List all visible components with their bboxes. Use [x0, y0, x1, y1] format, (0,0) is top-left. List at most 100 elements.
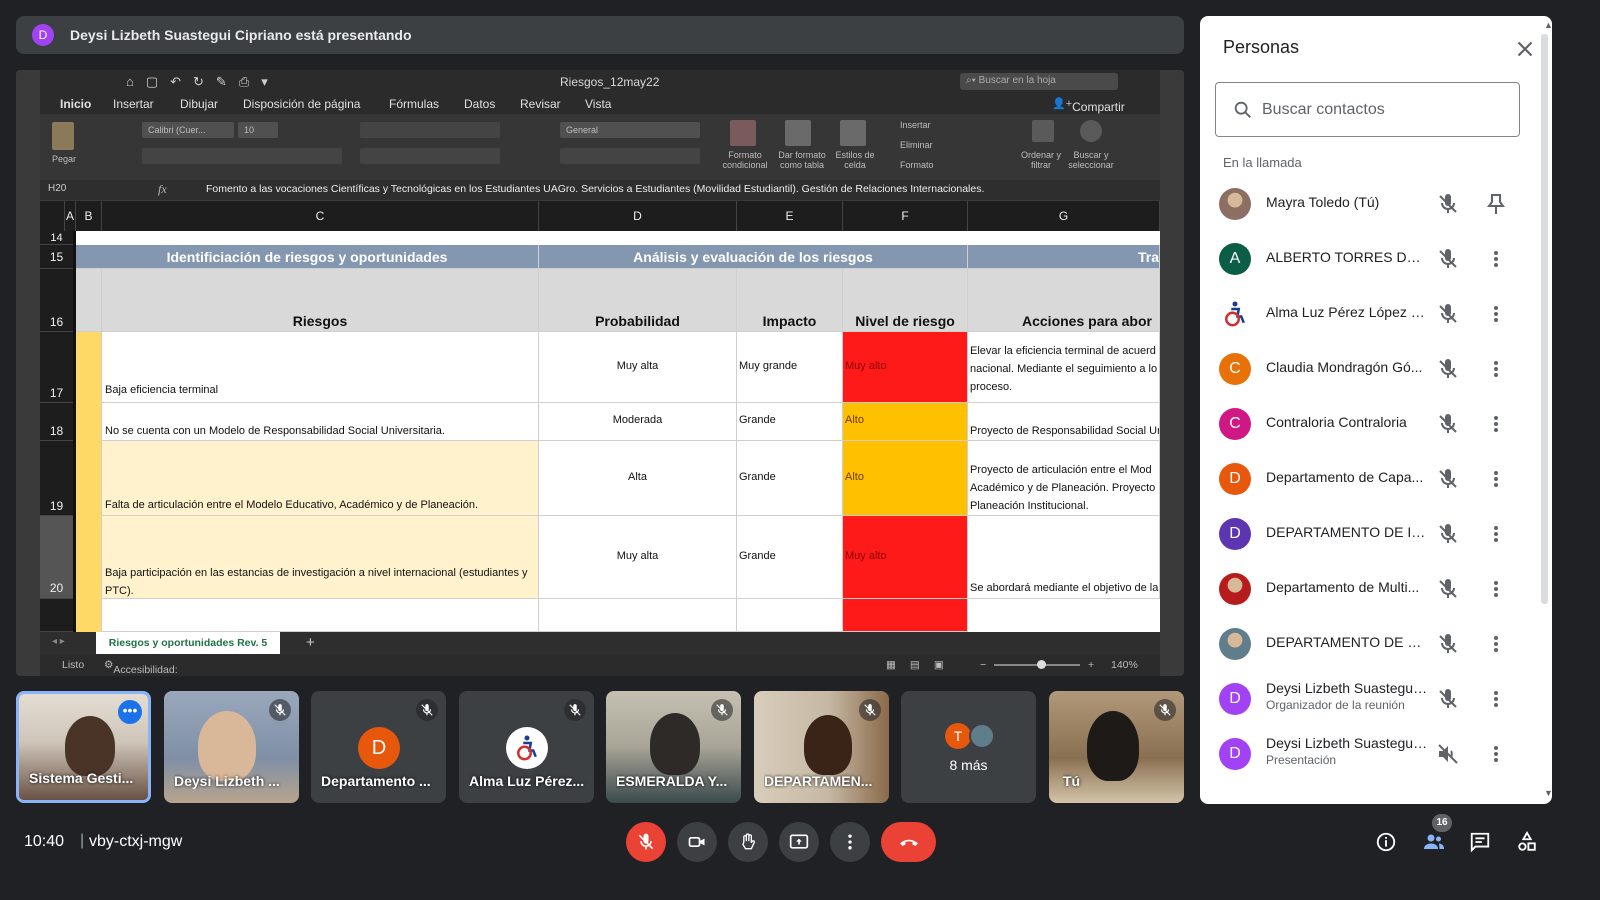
share-button[interactable]: 👤+ Compartir: [1052, 97, 1125, 114]
participant-tile[interactable]: ESMERALDA Y...: [606, 691, 741, 803]
row-header[interactable]: 19: [40, 441, 73, 516]
header-riesgos[interactable]: Riesgos: [102, 269, 539, 332]
tab-datos[interactable]: Datos: [464, 97, 495, 111]
view-buttons[interactable]: ▦▤▣: [886, 659, 958, 671]
number-format-select[interactable]: General: [560, 122, 700, 138]
section-header-tra[interactable]: Tra: [968, 245, 1160, 269]
more-vert-icon[interactable]: [1486, 577, 1506, 601]
format-cells-button[interactable]: Formato: [900, 160, 934, 170]
cell-nivel-riesgo[interactable]: Alto: [843, 441, 968, 516]
font-style-buttons[interactable]: [142, 148, 342, 164]
table-format-icon[interactable]: [785, 120, 811, 146]
panel-scrollbar[interactable]: ▲ ▼: [1538, 20, 1553, 804]
cell-nivel-riesgo[interactable]: Alto: [843, 403, 968, 441]
delete-cells-button[interactable]: Eliminar: [900, 140, 933, 150]
cell-impacto[interactable]: Muy grande: [737, 332, 843, 403]
corner-select-all[interactable]: [40, 201, 65, 231]
row-header[interactable]: 14: [40, 231, 73, 245]
participant-row[interactable]: Mayra Toledo (Tú): [1200, 176, 1540, 231]
header-probabilidad[interactable]: Probabilidad: [539, 269, 737, 332]
cell-impacto[interactable]: Grande: [737, 403, 843, 441]
scrollbar-thumb[interactable]: [1541, 34, 1548, 604]
header-nivel[interactable]: Nivel de riesgo: [843, 269, 968, 332]
highlight-column-b[interactable]: [76, 332, 102, 632]
column-header[interactable]: C: [102, 201, 539, 231]
participant-row[interactable]: D Deysi Lizbeth Suastegui ... Presentación: [1200, 726, 1540, 781]
cell-probabilidad[interactable]: Alta: [539, 441, 737, 516]
camera-toggle-button[interactable]: [677, 822, 717, 862]
row-header[interactable]: 16: [40, 269, 73, 332]
sort-filter-icon[interactable]: [1032, 120, 1054, 142]
zoom-in-button[interactable]: +: [1088, 659, 1094, 671]
name-box[interactable]: H20: [48, 183, 66, 194]
mic-toggle-button[interactable]: [626, 822, 666, 862]
participant-tile-more[interactable]: T 8 más: [901, 691, 1036, 803]
present-screen-button[interactable]: [779, 822, 819, 862]
close-panel-button[interactable]: [1512, 36, 1538, 62]
zoom-slider[interactable]: [994, 660, 1080, 669]
tab-insertar[interactable]: Insertar: [113, 97, 154, 111]
pin-icon[interactable]: [1486, 192, 1506, 216]
more-vert-icon[interactable]: [1486, 247, 1506, 271]
cell-riesgo[interactable]: Falta de articulación entre el Modelo Ed…: [102, 441, 539, 516]
cell-acciones[interactable]: Proyecto de Responsabilidad Social Un: [968, 403, 1160, 441]
meeting-info-button[interactable]: [1372, 828, 1400, 856]
participant-tile[interactable]: Alma Luz Pérez...: [459, 691, 594, 803]
find-select-icon[interactable]: [1080, 120, 1102, 142]
more-vert-icon[interactable]: [1486, 412, 1506, 436]
cell-riesgo[interactable]: Baja participación en las estancias de i…: [102, 516, 539, 599]
tab-dibujar[interactable]: Dibujar: [180, 97, 218, 111]
people-button[interactable]: 16: [1420, 814, 1452, 856]
more-vert-icon[interactable]: [1486, 687, 1506, 711]
participant-row[interactable]: DEPARTAMENTO DE PL...: [1200, 616, 1540, 671]
row-header[interactable]: 18: [40, 403, 73, 441]
tab-formulas[interactable]: Fórmulas: [389, 97, 439, 111]
tab-revisar[interactable]: Revisar: [520, 97, 561, 111]
participant-row[interactable]: Departamento de Multi...: [1200, 561, 1540, 616]
header-impacto[interactable]: Impacto: [737, 269, 843, 332]
quick-access-icons[interactable]: ⌂▢↶↻✎⎙▾: [126, 74, 280, 90]
number-buttons[interactable]: [560, 148, 700, 164]
activities-button[interactable]: [1513, 828, 1541, 856]
participant-row[interactable]: A ALBERTO TORRES DEL V...: [1200, 231, 1540, 286]
header-cell-b[interactable]: [76, 269, 102, 332]
participant-row[interactable]: C Contraloria Contraloria: [1200, 396, 1540, 451]
cell-riesgo[interactable]: No se cuenta con un Modelo de Responsabi…: [102, 403, 539, 441]
participant-row[interactable]: D Deysi Lizbeth Suastegui ... Organizador …: [1200, 671, 1540, 726]
paste-icon[interactable]: [52, 122, 74, 150]
more-options-button[interactable]: [830, 822, 870, 862]
fx-icon[interactable]: fx: [158, 182, 167, 197]
scroll-down-arrow[interactable]: ▼: [1544, 788, 1553, 798]
formula-input[interactable]: Fomento a las vocaciones Científicas y T…: [206, 183, 984, 195]
search-contacts-input[interactable]: Buscar contactos: [1215, 82, 1520, 137]
tab-disposicion[interactable]: Disposición de página: [243, 97, 360, 111]
tab-vista[interactable]: Vista: [585, 97, 611, 111]
cell-probabilidad[interactable]: Moderada: [539, 403, 737, 441]
column-header[interactable]: G: [968, 201, 1160, 231]
font-select[interactable]: Calibri (Cuer...: [142, 122, 234, 138]
section-header-ident[interactable]: Identificiación de riesgos y oportunidad…: [76, 245, 539, 269]
column-header[interactable]: A: [65, 201, 76, 231]
chat-button[interactable]: [1466, 828, 1494, 856]
zoom-out-button[interactable]: −: [980, 659, 986, 671]
cell-nivel-riesgo[interactable]: [843, 599, 968, 632]
column-header[interactable]: E: [737, 201, 843, 231]
participant-tile[interactable]: Deysi Lizbeth ...: [164, 691, 299, 803]
tab-inicio[interactable]: Inicio: [60, 97, 91, 111]
row-header[interactable]: 20: [40, 516, 73, 599]
participant-tile[interactable]: D Departamento ...: [311, 691, 446, 803]
column-header[interactable]: D: [539, 201, 737, 231]
zoom-slider-thumb[interactable]: [1037, 660, 1046, 669]
alignment-top[interactable]: [360, 122, 500, 138]
raise-hand-button[interactable]: [728, 822, 768, 862]
scroll-up-arrow[interactable]: ▲: [1544, 20, 1553, 30]
sheet-search-input[interactable]: ⌕▾ Buscar en la hoja: [960, 73, 1118, 90]
cell-empty[interactable]: [539, 599, 737, 632]
sheet-tab-riesgos[interactable]: Riesgos y oportunidades Rev. 5: [96, 632, 280, 654]
cell-riesgo[interactable]: Baja eficiencia terminal: [102, 332, 539, 403]
cell-empty[interactable]: [102, 599, 539, 632]
accessibility-status[interactable]: ⚙ Accesibilidad: es necesario investigar: [104, 659, 178, 676]
more-vert-icon[interactable]: [1486, 357, 1506, 381]
more-vert-icon[interactable]: [1486, 302, 1506, 326]
column-header[interactable]: F: [843, 201, 968, 231]
